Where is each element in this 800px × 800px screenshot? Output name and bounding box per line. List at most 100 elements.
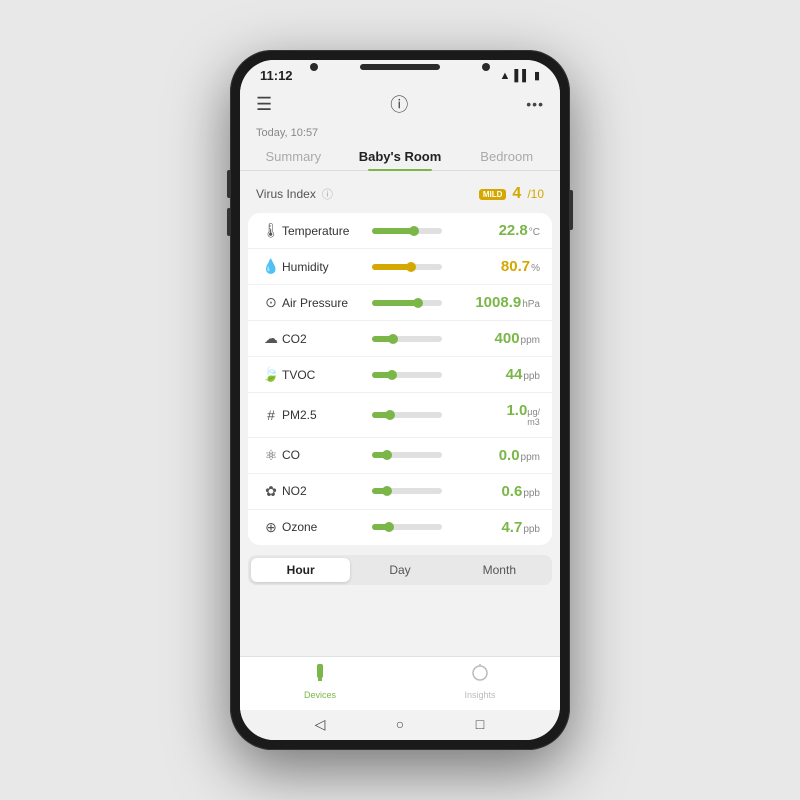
recent-button[interactable]: □	[472, 716, 488, 732]
date-row: Today, 10:57	[240, 123, 560, 139]
metric-icon: 💧	[260, 258, 282, 275]
metric-bar-dot	[382, 450, 392, 460]
metric-icon: ☁	[260, 330, 282, 347]
metric-bar-track	[372, 488, 442, 494]
metric-value-wrapper: 80.7%	[485, 258, 540, 275]
top-bar: ☰ ⓘ •••	[240, 87, 560, 123]
virus-index-label: Virus Index	[256, 187, 316, 201]
content-area: Virus Index ⓘ MILD 4 /10 🌡Temperature 22.…	[240, 171, 560, 656]
metric-icon: ✿	[260, 483, 282, 500]
metric-bar-fill	[372, 228, 414, 234]
more-icon[interactable]: •••	[526, 96, 544, 112]
metric-bar-dot	[413, 298, 423, 308]
metric-bar-track	[372, 228, 442, 234]
virus-score: 4	[512, 185, 521, 203]
metric-list: 🌡Temperature22.8°C💧Humidity80.7%⊙Air Pre…	[248, 213, 552, 545]
nav-item-devices[interactable]: Devices	[240, 663, 400, 700]
time-filter-btn[interactable]: Day	[350, 558, 449, 582]
metric-bar-dot	[382, 486, 392, 496]
metric-bar-container	[372, 336, 470, 342]
home-button[interactable]: ○	[392, 716, 408, 732]
metric-unit: hPa	[522, 299, 540, 310]
metric-icon: 🌡	[260, 222, 282, 239]
tab-bedroom[interactable]: Bedroom	[453, 143, 560, 170]
date-label: Today, 10:57	[256, 127, 318, 139]
metric-bar-dot	[384, 522, 394, 532]
metric-row: 💧Humidity80.7%	[248, 249, 552, 285]
metric-bar-track	[372, 452, 442, 458]
tab-summary[interactable]: Summary	[240, 143, 347, 170]
metric-unit: °C	[529, 227, 540, 238]
time-filter-btn[interactable]: Hour	[251, 558, 350, 582]
nav-label: Devices	[304, 690, 336, 700]
bottom-nav: Devices Insights	[240, 656, 560, 710]
metric-unit: μg/m3	[527, 408, 540, 428]
metric-name: Air Pressure	[282, 296, 364, 310]
status-icons: ▲ ▌▌ ▮	[499, 69, 540, 82]
metric-value-wrapper: 22.8°C	[485, 222, 540, 239]
metric-value-wrapper: 44ppb	[480, 366, 540, 383]
metric-name: Temperature	[282, 224, 364, 238]
metric-bar-container	[372, 524, 472, 530]
metric-value: 400	[478, 330, 520, 347]
android-nav: ◁ ○ □	[240, 710, 560, 740]
metric-bar-fill	[372, 300, 418, 306]
metric-value: 1008.9	[475, 294, 521, 311]
status-time: 11:12	[260, 68, 293, 83]
metric-bar-container	[372, 412, 477, 418]
time-filter-btn[interactable]: Month	[450, 558, 549, 582]
info-icon[interactable]: ⓘ	[390, 91, 408, 117]
virus-badge: MILD	[479, 189, 507, 200]
metric-row: ⊕Ozone4.7ppb	[248, 510, 552, 545]
metric-bar-track	[372, 412, 442, 418]
battery-icon: ▮	[534, 69, 540, 82]
metric-row: ⊙Air Pressure 1008.9hPa	[248, 285, 552, 321]
metric-icon: ⊕	[260, 519, 282, 536]
phone-frame: 11:12 ▲ ▌▌ ▮ ☰ ⓘ ••• Today, 10:57 Summar…	[230, 50, 570, 750]
metric-name: CO2	[282, 332, 364, 346]
metric-icon: ⚛	[260, 447, 282, 464]
metric-value: 80.7	[488, 258, 530, 275]
metric-icon: ⊙	[260, 294, 282, 311]
metric-bar-track	[372, 264, 442, 270]
nav-icon	[310, 663, 330, 688]
wifi-icon: ▲	[499, 70, 510, 82]
phone-screen: 11:12 ▲ ▌▌ ▮ ☰ ⓘ ••• Today, 10:57 Summar…	[240, 60, 560, 740]
metric-unit: ppb	[523, 524, 540, 535]
metric-bar-container	[372, 300, 467, 306]
back-button[interactable]: ◁	[312, 716, 328, 732]
metric-bar-track	[372, 336, 442, 342]
metric-bar-dot	[388, 334, 398, 344]
metric-value: 44	[480, 366, 522, 383]
menu-icon[interactable]: ☰	[256, 94, 272, 115]
metric-row: ⚛CO0.0ppm	[248, 438, 552, 474]
metric-unit: ppb	[523, 371, 540, 382]
virus-info-icon[interactable]: ⓘ	[322, 186, 333, 202]
time-filter: HourDayMonth	[248, 555, 552, 585]
signal-icon: ▌▌	[514, 70, 530, 82]
metric-bar-dot	[387, 370, 397, 380]
metric-name: PM2.5	[282, 408, 364, 422]
metric-value: 22.8	[486, 222, 528, 239]
metric-bar-container	[372, 452, 470, 458]
metric-bar-dot	[409, 226, 419, 236]
metric-value: 4.7	[480, 519, 522, 536]
metric-unit: ppm	[521, 335, 540, 346]
metric-row: 🍃TVOC44ppb	[248, 357, 552, 393]
virus-index-section: Virus Index ⓘ MILD 4 /10	[240, 181, 560, 213]
metric-value: 0.6	[480, 483, 522, 500]
tab-babysroom[interactable]: Baby's Room	[347, 143, 454, 170]
metric-unit: ppb	[523, 488, 540, 499]
metric-unit: %	[531, 263, 540, 274]
nav-label: Insights	[464, 690, 495, 700]
nav-item-insights[interactable]: Insights	[400, 663, 560, 700]
metric-bar-container	[372, 228, 477, 234]
metric-bar-dot	[406, 262, 416, 272]
tabs-row: Summary Baby's Room Bedroom	[240, 139, 560, 171]
virus-score-total: /10	[527, 187, 544, 201]
metric-row: ☁CO2 400ppm	[248, 321, 552, 357]
metric-value-wrapper: 0.0ppm	[478, 447, 540, 464]
metric-icon: 🍃	[260, 366, 282, 383]
metric-value-wrapper: 1008.9hPa	[475, 294, 540, 311]
metric-bar-container	[372, 488, 472, 494]
